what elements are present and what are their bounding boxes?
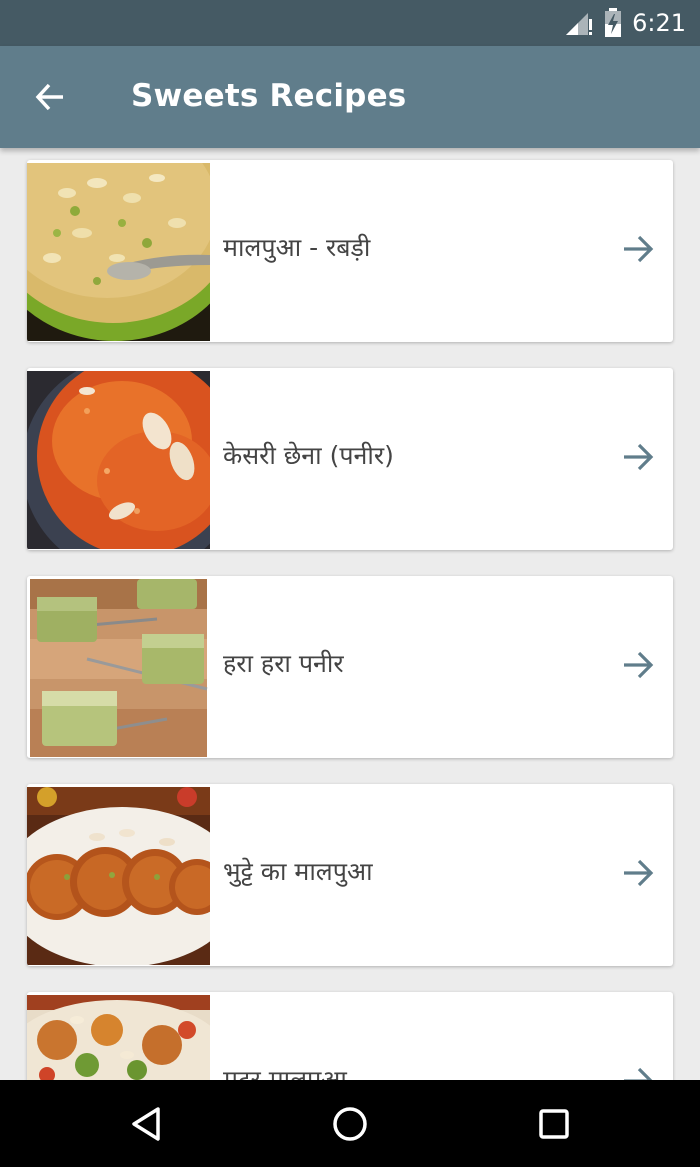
- recents-square-icon: [539, 1109, 569, 1139]
- clock: 6:21: [632, 9, 686, 37]
- home-circle-icon: [333, 1107, 367, 1141]
- recipe-title: केसरी छेना (पनीर): [223, 441, 394, 470]
- app-bar: Sweets Recipes: [0, 46, 700, 148]
- recipe-card[interactable]: मालपुआ - रबड़ी: [27, 160, 673, 342]
- arrow-right-icon[interactable]: [621, 648, 655, 682]
- recipe-thumbnail-kesari-chhena: [27, 371, 210, 549]
- arrow-right-icon[interactable]: [621, 440, 655, 474]
- arrow-right-icon[interactable]: [621, 856, 655, 890]
- recipe-title: भुट्टे का मालपुआ: [223, 857, 373, 886]
- recipe-thumbnail-rabri: [27, 163, 210, 341]
- battery-charging-icon: [605, 8, 622, 37]
- signal-no-data-icon: [566, 13, 593, 35]
- nav-home-button[interactable]: [328, 1102, 372, 1146]
- back-button[interactable]: [22, 72, 78, 122]
- recipe-title: मालपुआ - रबड़ी: [223, 233, 371, 262]
- status-icons: 6:21: [564, 8, 686, 38]
- recipe-thumbnail-matar-malpua: [27, 995, 210, 1080]
- arrow-right-icon[interactable]: [621, 232, 655, 266]
- recipe-thumbnail-green-paneer: [27, 579, 210, 757]
- recipe-card[interactable]: मटर मालपुआ: [27, 992, 673, 1080]
- arrow-left-icon: [35, 83, 63, 111]
- recipe-title: हरा हरा पनीर: [223, 649, 344, 678]
- recipe-list[interactable]: मालपुआ - रबड़ी केसरी छेना (पनीर) हरा हरा…: [0, 148, 700, 1080]
- recipe-thumbnail-corn-malpua: [27, 787, 210, 965]
- arrow-right-icon[interactable]: [621, 1064, 655, 1080]
- page-title: Sweets Recipes: [131, 78, 407, 114]
- back-triangle-icon: [132, 1107, 160, 1141]
- navigation-bar: [0, 1080, 700, 1167]
- recipe-card[interactable]: केसरी छेना (पनीर): [27, 368, 673, 550]
- recipe-card[interactable]: भुट्टे का मालपुआ: [27, 784, 673, 966]
- status-bar: 6:21: [0, 0, 700, 46]
- nav-recents-button[interactable]: [532, 1102, 576, 1146]
- recipe-title: मटर मालपुआ: [223, 1065, 347, 1080]
- recipe-card[interactable]: हरा हरा पनीर: [27, 576, 673, 758]
- nav-back-button[interactable]: [124, 1102, 168, 1146]
